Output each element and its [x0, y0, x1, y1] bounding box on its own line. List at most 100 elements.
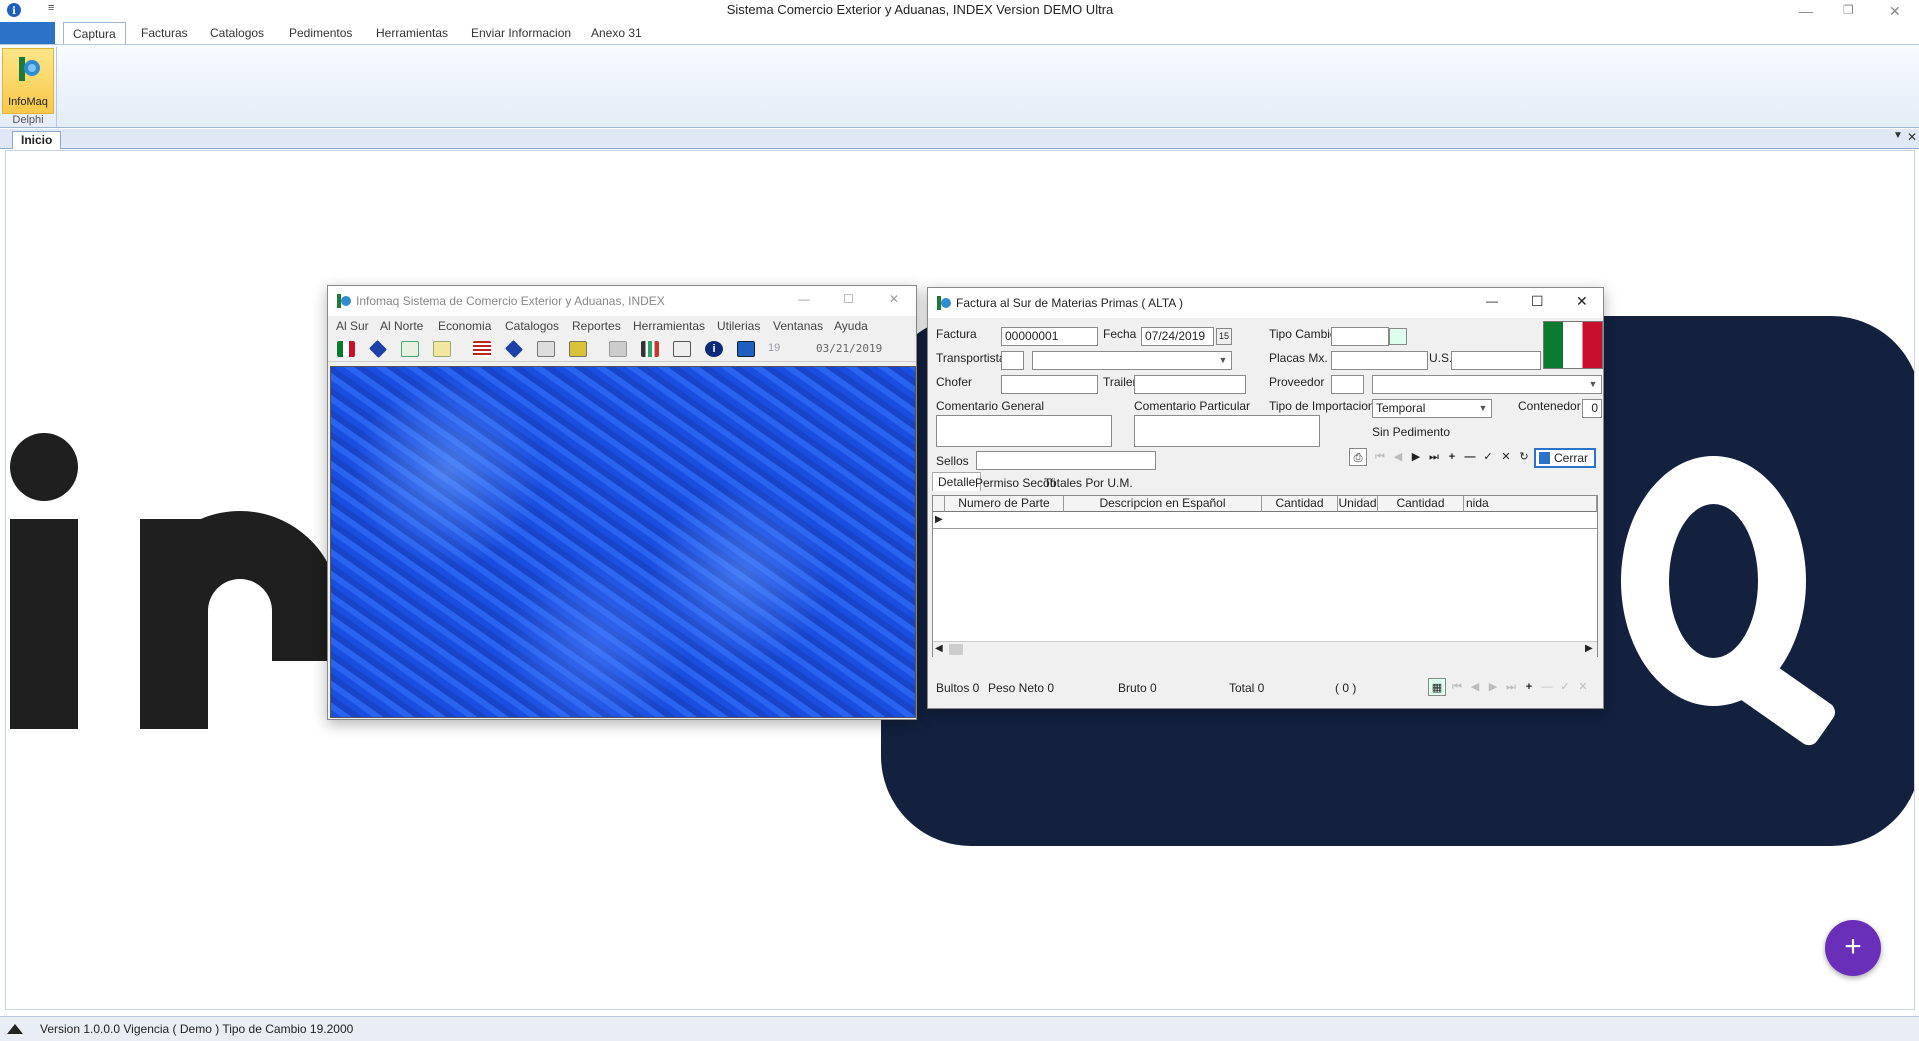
detail-delete-icon[interactable]: — — [1538, 678, 1556, 696]
menu-herramientas[interactable]: Herramientas — [633, 319, 705, 333]
transportista-select[interactable]: ▼ — [1032, 351, 1232, 370]
detail-last-icon[interactable]: ⏭ — [1502, 678, 1520, 696]
info-icon[interactable]: i — [705, 341, 723, 357]
proveedor-code-input[interactable] — [1331, 375, 1364, 394]
win1-maximize-icon[interactable]: ☐ — [843, 292, 854, 306]
last-record-icon[interactable]: ⏭ — [1425, 448, 1443, 466]
grid-header-numero-parte[interactable]: Numero de Parte — [945, 496, 1064, 512]
proveedor-select[interactable]: ▼ — [1372, 375, 1602, 394]
transportista-code-input[interactable] — [1001, 351, 1024, 370]
next-record-icon[interactable]: ▶ — [1407, 448, 1425, 466]
minimize-icon[interactable]: — — [1799, 3, 1813, 19]
tab-captura[interactable]: Captura — [63, 22, 126, 44]
menu-utilerias[interactable]: Utilerias — [717, 319, 760, 333]
ribbon-panel: InfoMaq Delphi — [0, 44, 1919, 128]
image-icon[interactable] — [609, 341, 627, 357]
detail-add-icon[interactable]: + — [1520, 678, 1538, 696]
menu-ayuda[interactable]: Ayuda — [834, 319, 868, 333]
detail-cancel-icon[interactable]: ✕ — [1574, 678, 1592, 696]
sellos-label: Sellos — [936, 454, 969, 468]
menu-economia[interactable]: Economia — [438, 319, 491, 333]
comentario-general-textarea[interactable] — [936, 415, 1112, 447]
placas-mx-input[interactable] — [1331, 351, 1428, 370]
grid-settings-icon[interactable]: ▦ — [1428, 678, 1446, 696]
table-row[interactable]: ▶ — [933, 513, 1597, 529]
chofer-input[interactable] — [1001, 375, 1098, 394]
add-fab-button[interactable]: + — [1825, 920, 1881, 976]
detail-next-icon[interactable]: ▶ — [1484, 678, 1502, 696]
comentario-particular-textarea[interactable] — [1134, 415, 1320, 447]
menu-catalogos[interactable]: Catalogos — [505, 319, 559, 333]
trailer-input[interactable] — [1134, 375, 1246, 394]
fecha-input[interactable]: 07/24/2019 — [1141, 327, 1214, 346]
factura-input[interactable]: 00000001 — [1001, 327, 1098, 346]
win2-minimize-icon[interactable]: — — [1486, 294, 1498, 308]
scroll-left-icon[interactable]: ◀ — [935, 643, 943, 654]
tab-anexo-31[interactable]: Anexo 31 — [585, 22, 648, 44]
stack-icon[interactable] — [569, 341, 587, 357]
prev-record-icon[interactable]: ◀ — [1389, 448, 1407, 466]
exit-icon[interactable] — [737, 341, 755, 357]
grid-header-descripcion[interactable]: Descripcion en Español — [1064, 496, 1262, 512]
contenedor-input[interactable]: 0 — [1582, 399, 1602, 418]
scroll-thumb[interactable] — [949, 644, 963, 655]
grid-header-cantidad-entrada[interactable]: Cantidad Entrada — [1262, 496, 1338, 512]
restore-icon[interactable]: ❐ — [1843, 3, 1854, 17]
chofer-label: Chofer — [936, 375, 973, 389]
grid-header-truncated[interactable]: nida — [1464, 496, 1597, 512]
blue-texture-background — [330, 366, 916, 718]
tab-dropdown-icon[interactable]: ▼ — [1893, 130, 1903, 141]
close-icon[interactable]: ✕ — [1889, 3, 1901, 20]
tab-herramientas[interactable]: Herramientas — [370, 22, 454, 44]
cerrar-button[interactable]: Cerrar — [1534, 448, 1596, 468]
add-record-icon[interactable]: + — [1443, 448, 1461, 466]
win1-minimize-icon[interactable]: — — [798, 292, 810, 306]
documents-icon[interactable] — [537, 341, 555, 357]
refresh-icon[interactable]: ↻ — [1515, 448, 1533, 466]
menu-al-norte[interactable]: Al Norte — [380, 319, 423, 333]
menu-reportes[interactable]: Reportes — [572, 319, 621, 333]
bar-chart-icon[interactable] — [641, 341, 659, 357]
tab-totales-por-um[interactable]: Totales Por U.M. — [1039, 474, 1138, 492]
detail-first-icon[interactable]: ⏮ — [1448, 678, 1466, 696]
first-record-icon[interactable]: ⏮ — [1371, 448, 1389, 466]
detail-prev-icon[interactable]: ◀ — [1466, 678, 1484, 696]
tab-enviar-informacion[interactable]: Enviar Informacion — [465, 22, 577, 44]
horizontal-scrollbar[interactable]: ◀ ▶ — [933, 641, 1597, 657]
win2-maximize-icon[interactable]: ☐ — [1531, 293, 1544, 310]
usa-flag-icon[interactable] — [473, 341, 491, 357]
tab-close-icon[interactable]: ✕ — [1907, 130, 1917, 144]
calculator-icon[interactable] — [1389, 328, 1407, 345]
post-record-icon[interactable]: ✓ — [1479, 448, 1497, 466]
win2-titlebar: Factura al Sur de Materias Primas ( ALTA… — [928, 288, 1603, 318]
win2-close-icon[interactable]: ✕ — [1576, 293, 1588, 310]
sellos-input[interactable] — [976, 451, 1156, 470]
cancel-record-icon[interactable]: ✕ — [1497, 448, 1515, 466]
menu-al-sur[interactable]: Al Sur — [336, 319, 369, 333]
delete-record-icon[interactable]: — — [1461, 448, 1479, 466]
tipo-cambio-input[interactable] — [1331, 327, 1389, 346]
printer-icon[interactable] — [673, 341, 691, 357]
calendar-icon[interactable] — [433, 341, 451, 357]
diamond-icon-2[interactable] — [504, 339, 524, 359]
clipboard-icon[interactable] — [401, 341, 419, 357]
detail-post-icon[interactable]: ✓ — [1556, 678, 1574, 696]
tab-facturas[interactable]: Facturas — [135, 22, 194, 44]
infomaq-button[interactable]: InfoMaq — [2, 48, 54, 114]
tipo-importacion-select[interactable]: Temporal ▼ — [1372, 399, 1492, 418]
print-icon[interactable]: ⎙ — [1349, 448, 1367, 466]
status-bar: Version 1.0.0.0 Vigencia ( Demo ) Tipo d… — [0, 1016, 1919, 1041]
grid-header-cantidad-pedimento[interactable]: Cantidad Pedimento — [1378, 496, 1464, 512]
win1-close-icon[interactable]: ✕ — [889, 292, 899, 306]
menu-ventanas[interactable]: Ventanas — [773, 319, 823, 333]
scroll-right-icon[interactable]: ▶ — [1585, 643, 1593, 654]
tab-inicio[interactable]: Inicio — [12, 131, 62, 149]
tab-catalogos[interactable]: Catalogos — [204, 22, 270, 44]
detalle-grid[interactable]: Numero de Parte Descripcion en Español C… — [932, 495, 1598, 657]
mexico-flag-icon[interactable] — [337, 341, 355, 357]
diamond-icon[interactable] — [368, 339, 388, 359]
placas-us-input[interactable] — [1451, 351, 1541, 370]
grid-header-unidad[interactable]: Unidad — [1338, 496, 1378, 512]
calendar-picker-icon[interactable]: 15 — [1216, 328, 1232, 345]
tab-pedimentos[interactable]: Pedimentos — [283, 22, 358, 44]
